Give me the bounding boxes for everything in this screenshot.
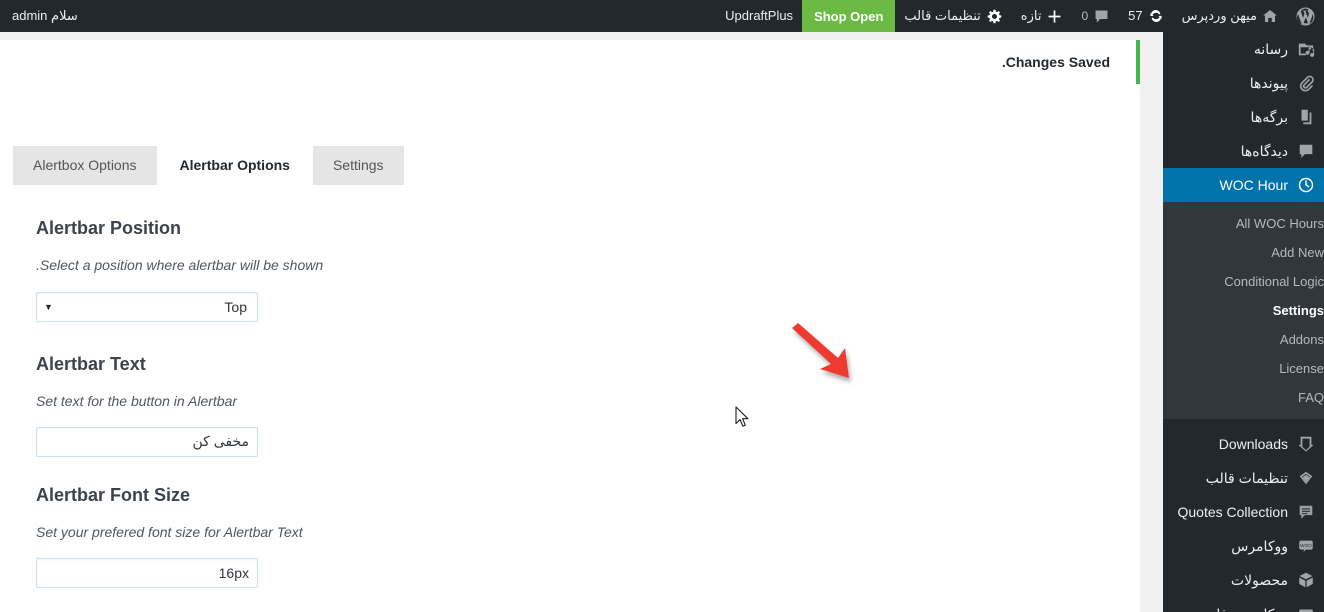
update-icon [1148, 8, 1164, 24]
admin-bar: میهن وردپرس 57 0 تازه تنظیمات قالب Shop … [0, 0, 1324, 32]
main-content: .Changes Saved Settings Alertbar Options… [0, 32, 1163, 612]
new-content-label: تازه [1020, 8, 1042, 23]
sidebar-item-comments[interactable]: دیدگاه‌ها [1163, 134, 1324, 168]
adminbar-updraftplus[interactable]: UpdraftPlus [716, 0, 802, 32]
submenu-item-all-woc-hours[interactable]: All WOC Hours [1163, 209, 1324, 238]
sidebar-item-label: محصولات [1230, 572, 1288, 588]
option-alertbar-text: Alertbar Text Set text for the button in… [0, 353, 1140, 457]
option-title: Alertbar Text [36, 354, 146, 374]
comments-count: 0 [1081, 9, 1089, 23]
adminbar-shop-status[interactable]: Shop Open [802, 0, 896, 32]
ninety-nine-badge-icon: 99 [1296, 604, 1316, 612]
sidebar-item-label: برگه‌ها [1250, 109, 1288, 125]
settings-tabs: Settings Alertbar Options Alertbox Optio… [0, 146, 1140, 185]
gear-icon [986, 8, 1003, 25]
submenu-item-license[interactable]: License [1163, 354, 1324, 383]
wordpress-logo-icon [1296, 6, 1315, 26]
alertbar-position-select[interactable]: Top Bottom [36, 291, 258, 322]
sidebar-item-pages[interactable]: برگه‌ها [1163, 100, 1324, 134]
greeting-label: سلام admin [12, 8, 78, 23]
tab-alertbar-options[interactable]: Alertbar Options [159, 146, 310, 185]
adminbar-wp-logo[interactable] [1287, 0, 1324, 32]
adminbar-updates[interactable]: 57 [1119, 0, 1172, 32]
sidebar-item-woc-hour[interactable]: WOC Hour [1163, 168, 1324, 202]
tab-settings[interactable]: Settings [312, 146, 404, 185]
notice-message: .Changes Saved [1001, 53, 1110, 70]
sidebar-submenu-woc-hour: All WOC Hours Add New Conditional Logic … [1163, 202, 1324, 419]
option-field [36, 426, 1140, 457]
clock-icon [1296, 175, 1316, 195]
sidebar-item-quotes-collection[interactable]: Quotes Collection [1163, 495, 1324, 529]
sidebar-item-downloads[interactable]: Downloads [1163, 427, 1324, 461]
tab-alertbox-options[interactable]: Alertbox Options [13, 146, 157, 185]
sidebar-item-label: ووکامرس فارسی [1173, 597, 1288, 612]
admin-sidebar-menu: رسانه پیوندها برگه‌ها دیدگاه‌ها WOC Hour [1163, 32, 1324, 612]
notice-changes-saved: .Changes Saved [0, 40, 1140, 84]
option-field: Top Bottom ▼ [36, 291, 1140, 322]
sidebar-item-label: ووکامرس [1231, 538, 1288, 554]
option-field [36, 557, 1140, 588]
submenu-item-conditional-logic[interactable]: Conditional Logic [1163, 267, 1324, 296]
sidebar-item-label: رسانه [1253, 41, 1288, 57]
download-icon [1296, 434, 1316, 454]
submenu-item-add-new[interactable]: Add New [1163, 238, 1324, 267]
link-paperclip-icon [1296, 73, 1316, 93]
option-title: Alertbar Position [36, 218, 182, 238]
alertbar-text-input[interactable] [36, 426, 258, 457]
sidebar-item-label: دیدگاه‌ها [1240, 143, 1288, 159]
menu-separator [1163, 419, 1324, 427]
woo-badge-icon: WOO [1296, 536, 1316, 556]
sidebar-item-products[interactable]: محصولات [1163, 563, 1324, 597]
option-description: Set text for the button in Alertbar [36, 393, 238, 410]
sidebar-item-label: WOC Hour [1219, 177, 1288, 193]
plus-icon [1046, 8, 1063, 25]
submenu-item-addons[interactable]: Addons [1163, 325, 1324, 354]
comments-icon [1296, 141, 1316, 161]
adminbar-site-name[interactable]: میهن وردپرس [1173, 0, 1287, 32]
sidebar-item-media[interactable]: رسانه [1163, 32, 1324, 66]
pages-icon [1296, 107, 1316, 127]
sidebar-item-theme-settings[interactable]: تنظیمات قالب [1163, 461, 1324, 495]
sidebar-item-label: تنظیمات قالب [1205, 470, 1288, 486]
option-alertbar-position: Alertbar Position .Select a position whe… [0, 217, 1140, 322]
settings-panel: Settings Alertbar Options Alertbox Optio… [0, 84, 1140, 612]
sidebar-item-label: Downloads [1218, 436, 1288, 452]
updraftplus-label: UpdraftPlus [725, 8, 794, 23]
site-name-label: میهن وردپرس [1181, 8, 1257, 23]
submenu-item-settings[interactable]: Settings [1163, 296, 1324, 325]
sidebar-item-woocommerce-farsi[interactable]: 99 ووکامرس فارسی [1163, 597, 1324, 612]
comment-bubble-icon [1093, 8, 1110, 25]
option-title: Alertbar Font Size [36, 485, 191, 505]
svg-text:WOO: WOO [1300, 543, 1312, 548]
theme-diamond-icon [1296, 468, 1316, 488]
products-box-icon [1296, 570, 1316, 590]
adminbar-comments[interactable]: 0 [1072, 0, 1119, 32]
updates-count: 57 [1128, 8, 1143, 23]
sidebar-item-woocommerce[interactable]: WOO ووکامرس [1163, 529, 1324, 563]
adminbar-theme-settings[interactable]: تنظیمات قالب [895, 0, 1011, 32]
adminbar-account-group: سلام admin [0, 0, 90, 32]
theme-settings-label: تنظیمات قالب [904, 8, 981, 23]
home-icon [1262, 8, 1278, 24]
sidebar-item-label: پیوندها [1249, 75, 1288, 91]
shop-status-label: Shop Open [814, 8, 884, 24]
option-alertbar-font-size: Alertbar Font Size Set your prefered fon… [0, 484, 1140, 588]
option-description: .Select a position where alertbar will b… [36, 257, 324, 274]
sidebar-item-label: Quotes Collection [1177, 504, 1288, 520]
adminbar-new-content[interactable]: تازه [1012, 0, 1073, 32]
adminbar-greeting[interactable]: سلام admin [0, 0, 90, 32]
submenu-item-faq[interactable]: FAQ [1163, 383, 1324, 412]
quotes-icon [1296, 502, 1316, 522]
option-description: Set your prefered font size for Alertbar… [36, 524, 303, 541]
alertbar-font-size-input[interactable] [36, 557, 258, 588]
media-icon [1296, 39, 1316, 59]
alertbar-position-select-wrap: Top Bottom ▼ [36, 291, 258, 322]
admin-page: میهن وردپرس 57 0 تازه تنظیمات قالب Shop … [0, 0, 1324, 612]
sidebar-item-links[interactable]: پیوندها [1163, 66, 1324, 100]
